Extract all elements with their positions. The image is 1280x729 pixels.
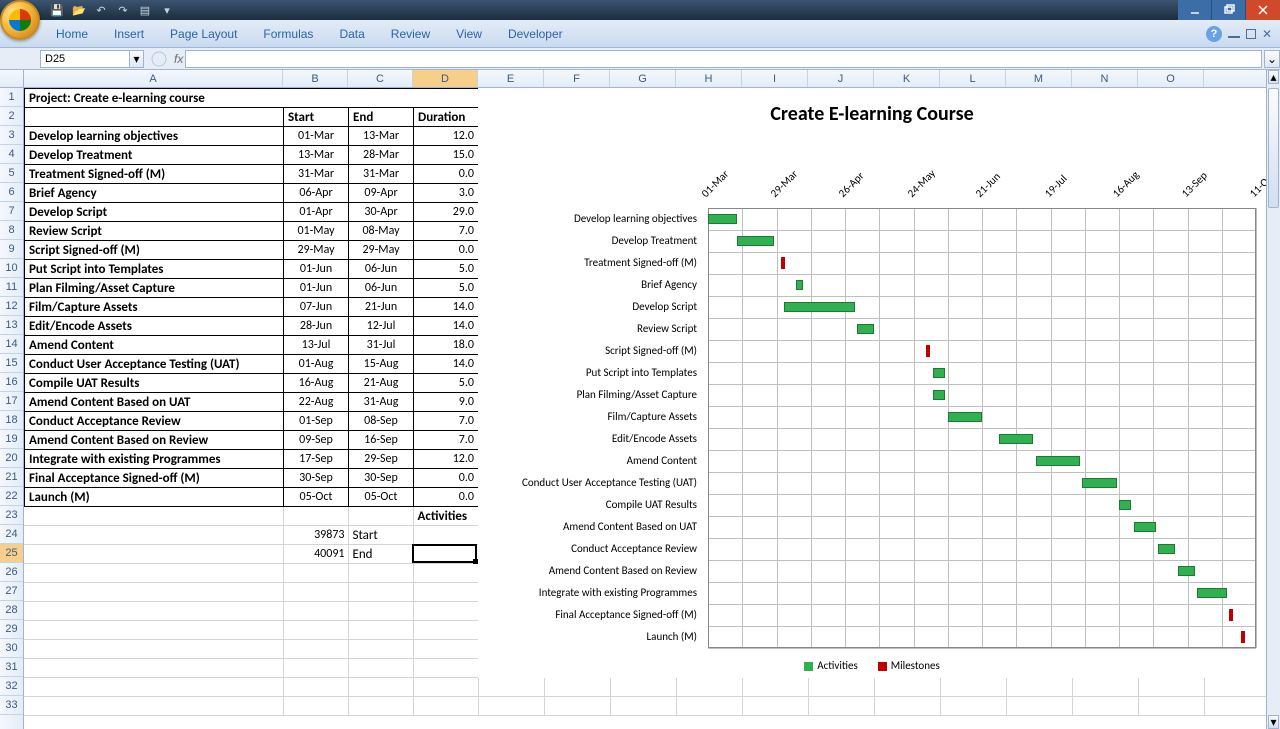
- tab-insert[interactable]: Insert: [102, 23, 156, 47]
- qat-customize-icon[interactable]: ▾: [158, 2, 176, 18]
- column-headers[interactable]: A B C D E F G H I J K L M N O: [0, 70, 1280, 88]
- tab-home[interactable]: Home: [44, 23, 100, 47]
- select-all-triangle[interactable]: [0, 70, 24, 87]
- row-header-17[interactable]: 17: [0, 392, 23, 411]
- col-header-H[interactable]: H: [676, 70, 742, 87]
- tab-formulas[interactable]: Formulas: [251, 23, 325, 47]
- formula-bar-expand-icon[interactable]: ⌄: [1264, 50, 1280, 68]
- row-header-33[interactable]: 33: [0, 696, 23, 715]
- row-header-12[interactable]: 12: [0, 297, 23, 316]
- scroll-down-icon[interactable]: ▾: [1268, 715, 1279, 729]
- chart-plot-area: [708, 208, 1256, 648]
- col-header-J[interactable]: J: [808, 70, 874, 87]
- chart-x-axis: 01-Mar29-Mar26-Apr24-May21-Jun19-Jul16-A…: [708, 140, 1256, 200]
- row-header-8[interactable]: 8: [0, 221, 23, 240]
- row-header-13[interactable]: 13: [0, 316, 23, 335]
- chart-y-axis-labels: Develop learning objectivesDevelop Treat…: [478, 208, 703, 648]
- workbook-restore-icon[interactable]: [1246, 29, 1256, 39]
- tab-view[interactable]: View: [444, 23, 494, 47]
- col-header-L[interactable]: L: [940, 70, 1006, 87]
- row-header-19[interactable]: 19: [0, 430, 23, 449]
- row-header-28[interactable]: 28: [0, 601, 23, 620]
- col-header-K[interactable]: K: [874, 70, 940, 87]
- row-header-1[interactable]: 1: [0, 88, 23, 107]
- col-header-B[interactable]: B: [283, 70, 348, 87]
- row-header-2[interactable]: 2: [0, 107, 23, 126]
- row-header-24[interactable]: 24: [0, 525, 23, 544]
- name-box-dropdown-icon[interactable]: ▾: [130, 50, 144, 68]
- qat-save-icon[interactable]: 💾: [48, 2, 66, 18]
- row-header-30[interactable]: 30: [0, 639, 23, 658]
- scroll-up-icon[interactable]: ▴: [1268, 70, 1279, 84]
- row-header-18[interactable]: 18: [0, 411, 23, 430]
- data-table[interactable]: Project: Create e-learning courseStartEn…: [24, 88, 479, 564]
- ribbon-tabs: Home Insert Page Layout Formulas Data Re…: [0, 20, 1280, 48]
- row-header-4[interactable]: 4: [0, 145, 23, 164]
- ribbon-minimize-icon[interactable]: [1228, 36, 1240, 38]
- row-headers[interactable]: 1234567891011121314151617181920212223242…: [0, 88, 24, 729]
- qat-undo-icon[interactable]: ↶: [92, 2, 110, 18]
- chart-title: Create E-learning Course: [478, 88, 1266, 132]
- qat-open-icon[interactable]: 📂: [70, 2, 88, 18]
- col-header-C[interactable]: C: [348, 70, 413, 87]
- row-header-5[interactable]: 5: [0, 164, 23, 183]
- col-header-D[interactable]: D: [413, 70, 478, 87]
- vertical-scrollbar[interactable]: ▴ ▾: [1266, 70, 1280, 729]
- col-header-O[interactable]: O: [1138, 70, 1204, 87]
- row-header-23[interactable]: 23: [0, 506, 23, 525]
- row-header-6[interactable]: 6: [0, 183, 23, 202]
- row-header-10[interactable]: 10: [0, 259, 23, 278]
- window-minimize-button[interactable]: [1178, 0, 1212, 20]
- tab-page-layout[interactable]: Page Layout: [158, 23, 249, 47]
- row-header-26[interactable]: 26: [0, 563, 23, 582]
- formula-input[interactable]: [185, 50, 1262, 68]
- window-restore-button[interactable]: [1212, 0, 1246, 20]
- workbook-close-icon[interactable]: ✕: [1262, 27, 1272, 41]
- row-header-11[interactable]: 11: [0, 278, 23, 297]
- help-icon[interactable]: ?: [1206, 26, 1222, 42]
- chart-legend: Activities Milestones: [478, 659, 1266, 672]
- row-header-7[interactable]: 7: [0, 202, 23, 221]
- row-header-3[interactable]: 3: [0, 126, 23, 145]
- window-close-button[interactable]: [1246, 0, 1280, 20]
- row-header-32[interactable]: 32: [0, 677, 23, 696]
- tab-developer[interactable]: Developer: [496, 23, 575, 47]
- row-header-25[interactable]: 25: [0, 544, 23, 563]
- tab-data[interactable]: Data: [327, 23, 376, 47]
- row-header-27[interactable]: 27: [0, 582, 23, 601]
- window-titlebar: 💾 📂 ↶ ↷ ▤ ▾: [0, 0, 1280, 20]
- cancel-formula-icon: [148, 50, 170, 68]
- col-header-G[interactable]: G: [610, 70, 676, 87]
- spreadsheet-grid[interactable]: A B C D E F G H I J K L M N O 1234567891…: [0, 70, 1280, 729]
- name-box[interactable]: D25: [40, 50, 130, 68]
- col-header-M[interactable]: M: [1006, 70, 1072, 87]
- gantt-chart[interactable]: Create E-learning Course 01-Mar29-Mar26-…: [478, 88, 1266, 678]
- qat-quickprint-icon[interactable]: ▤: [136, 2, 154, 18]
- scrollbar-thumb[interactable]: [1268, 88, 1279, 208]
- row-header-14[interactable]: 14: [0, 335, 23, 354]
- row-header-31[interactable]: 31: [0, 658, 23, 677]
- col-header-I[interactable]: I: [742, 70, 808, 87]
- qat-redo-icon[interactable]: ↷: [114, 2, 132, 18]
- office-button[interactable]: [0, 0, 40, 40]
- row-header-22[interactable]: 22: [0, 487, 23, 506]
- row-header-20[interactable]: 20: [0, 449, 23, 468]
- col-header-A[interactable]: A: [24, 70, 283, 87]
- row-header-9[interactable]: 9: [0, 240, 23, 259]
- col-header-E[interactable]: E: [478, 70, 544, 87]
- col-header-F[interactable]: F: [544, 70, 610, 87]
- tab-review[interactable]: Review: [379, 23, 442, 47]
- col-header-N[interactable]: N: [1072, 70, 1138, 87]
- row-header-16[interactable]: 16: [0, 373, 23, 392]
- row-header-15[interactable]: 15: [0, 354, 23, 373]
- row-header-21[interactable]: 21: [0, 468, 23, 487]
- fx-label[interactable]: fx: [174, 52, 183, 66]
- formula-bar: D25 ▾ fx ⌄: [0, 48, 1280, 70]
- row-header-29[interactable]: 29: [0, 620, 23, 639]
